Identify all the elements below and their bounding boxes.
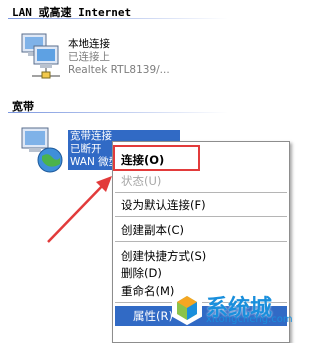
menu-separator (115, 192, 287, 193)
broadband-connection-icon[interactable] (14, 126, 66, 176)
local-connection-status: 已连接上 (68, 51, 110, 63)
menu-separator (115, 216, 287, 217)
watermark-url: xitongcheng.com (206, 314, 293, 325)
annotation-arrow-icon (47, 176, 112, 243)
menu-item-set-default[interactable]: 设为默认连接(F) (121, 197, 206, 213)
annotation-highlight-box (113, 145, 200, 171)
watermark-logo-icon (172, 290, 202, 326)
local-connection-name: 本地连接 (68, 38, 110, 50)
section-divider (8, 18, 228, 19)
menu-separator (115, 241, 287, 242)
menu-item-rename[interactable]: 重命名(M) (121, 283, 174, 299)
menu-item-create-copy[interactable]: 创建副本(C) (121, 222, 184, 238)
local-connection-icon[interactable] (14, 32, 66, 80)
menu-item-status[interactable]: 状态(U) (121, 173, 161, 189)
menu-item-create-shortcut[interactable]: 创建快捷方式(S) (121, 248, 206, 264)
local-connection-device: Realtek RTL8139/... (68, 64, 170, 76)
section-divider (8, 112, 228, 113)
local-connection-label[interactable]: 本地连接 已连接上 Realtek RTL8139/... (68, 38, 170, 77)
menu-item-delete[interactable]: 删除(D) (121, 265, 162, 281)
